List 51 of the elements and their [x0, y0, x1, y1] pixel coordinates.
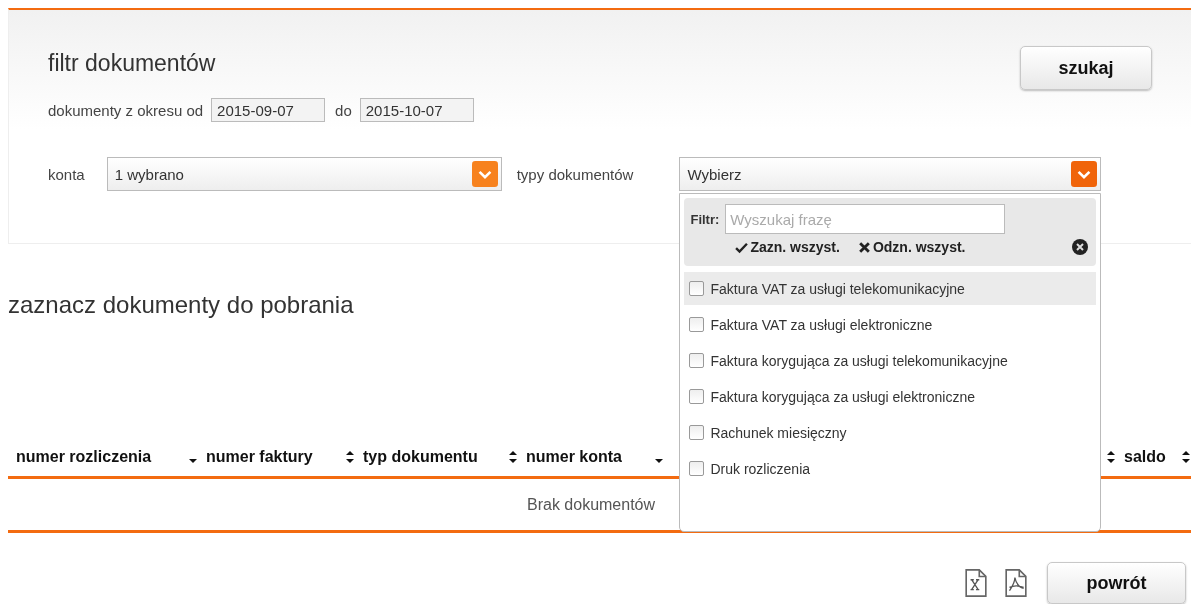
checkbox[interactable] [689, 389, 705, 404]
chevron-icon [471, 161, 498, 187]
checkbox[interactable] [689, 353, 705, 368]
checkbox[interactable] [689, 317, 705, 332]
period-label: dokumenty z okresu od [48, 101, 204, 119]
check-icon [735, 240, 749, 254]
select-label: typy dokumentów [516, 165, 634, 183]
dropdown-option[interactable]: Faktura VAT za usługi telekomunikacyjne [684, 272, 1097, 305]
sort-icon[interactable] [1106, 449, 1116, 464]
select-label: konta [48, 165, 85, 183]
option-label: Faktura VAT za usługi telekomunikacyjne [710, 280, 965, 297]
column-header[interactable]: numer konta [526, 447, 622, 466]
column-header[interactable]: numer rozliczenia [16, 447, 152, 466]
back-button[interactable]: powrót [1047, 562, 1186, 604]
option-label: Faktura korygująca za usługi elektroniczne [710, 388, 975, 405]
dropdown-option[interactable]: Druk rozliczenia [684, 452, 1097, 485]
filter-label: Filtr: [690, 211, 720, 227]
option-label: Faktura VAT za usługi elektroniczne [710, 316, 933, 333]
spreadsheet-file-icon[interactable] [964, 568, 988, 598]
pdf-file-icon[interactable] [1004, 568, 1028, 598]
chevron-icon [1071, 161, 1098, 187]
select-all-link[interactable]: Zazn. wszyst. [735, 239, 840, 255]
column-header[interactable]: numer faktury [206, 447, 313, 466]
option-label: Rachunek miesięczny [710, 424, 847, 441]
dropdown-option[interactable]: Faktura VAT za usługi elektroniczne [684, 308, 1097, 341]
dropdown-option[interactable]: Faktura korygująca za usługi elektroniczne [684, 380, 1097, 413]
cross-icon [857, 240, 871, 254]
date-field[interactable]: 2015-10-07 [359, 98, 474, 122]
sort-icon[interactable] [1181, 449, 1191, 464]
deselect-all-link[interactable]: Odzn. wszyst. [857, 239, 966, 255]
checkbox[interactable] [689, 281, 705, 296]
search-button[interactable]: szukaj [1020, 46, 1152, 90]
checkbox[interactable] [689, 425, 705, 440]
dropdown-option[interactable]: Faktura korygująca za usługi telekomunikacyjne [684, 344, 1097, 377]
sort-icon[interactable] [345, 449, 355, 464]
sort-icon[interactable] [508, 449, 518, 464]
to-label: do [335, 101, 352, 119]
filter-title: filtr dokumentów [48, 50, 217, 77]
dropdown-option[interactable]: Rachunek miesięczny [684, 416, 1097, 449]
option-label: Druk rozliczenia [710, 460, 811, 477]
search-field[interactable]: Wyszukaj frazę [725, 204, 1006, 234]
date-field[interactable]: 2015-09-07 [211, 98, 326, 122]
column-header[interactable]: typ dokumentu [363, 447, 478, 466]
select-field[interactable]: 1 wybrano [106, 157, 502, 191]
checkbox[interactable] [689, 461, 705, 476]
column-header[interactable]: saldo [1124, 447, 1166, 466]
select-field[interactable]: Wybierz [679, 157, 1102, 191]
close-icon[interactable] [1072, 239, 1089, 255]
section-title: zaznacz dokumenty do pobrania [8, 291, 354, 319]
option-label: Faktura korygująca za usługi telekomunikacyjne [710, 352, 1008, 369]
empty-message: Brak dokumentów [527, 495, 656, 514]
